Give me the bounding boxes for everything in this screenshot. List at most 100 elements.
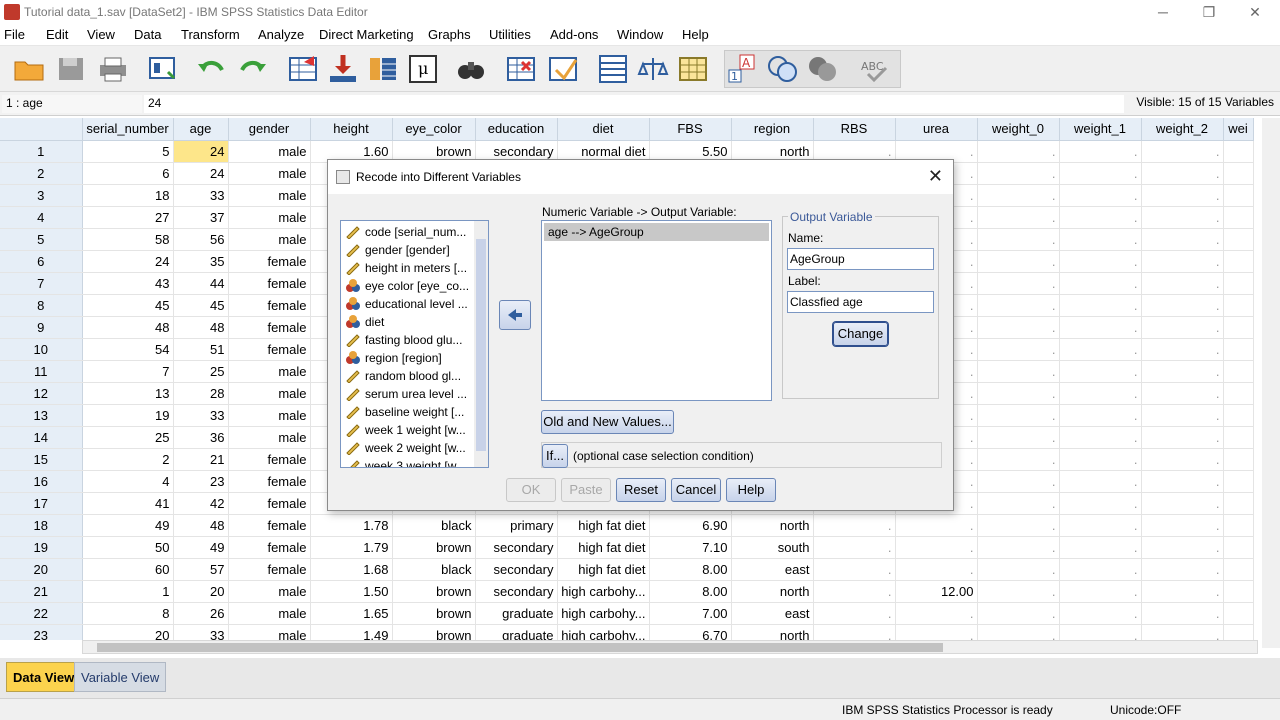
table-cell[interactable]: . xyxy=(813,514,896,537)
print-icon[interactable] xyxy=(96,52,130,86)
table-cell[interactable]: male xyxy=(228,140,311,163)
table-cell[interactable]: female xyxy=(228,338,311,361)
table-cell[interactable]: male xyxy=(228,184,311,207)
table-cell[interactable]: . xyxy=(977,514,1060,537)
goto-case-icon[interactable] xyxy=(286,52,320,86)
if-button[interactable]: If... xyxy=(542,444,568,468)
table-cell[interactable]: north xyxy=(731,580,814,603)
source-variable-item[interactable]: fasting blood glu... xyxy=(341,331,473,349)
close-window-button[interactable]: ✕ xyxy=(1232,0,1278,24)
table-cell[interactable]: 48 xyxy=(173,514,229,537)
column-header[interactable]: weight_2 xyxy=(1141,118,1224,141)
table-cell[interactable] xyxy=(1223,514,1254,537)
table-cell[interactable]: male xyxy=(228,360,311,383)
table-cell[interactable]: . xyxy=(1141,228,1224,251)
table-cell[interactable]: high carbohy... xyxy=(557,624,650,640)
table-cell[interactable]: . xyxy=(1141,206,1224,229)
source-variable-item[interactable]: height in meters [... xyxy=(341,259,473,277)
table-cell[interactable]: . xyxy=(1059,184,1142,207)
tab-variable-view[interactable]: Variable View xyxy=(74,662,167,692)
table-cell[interactable]: 51 xyxy=(173,338,229,361)
table-cell[interactable]: . xyxy=(1059,448,1142,471)
table-cell[interactable]: female xyxy=(228,492,311,515)
table-cell[interactable]: 6.90 xyxy=(649,514,732,537)
table-cell[interactable]: . xyxy=(977,228,1060,251)
row-number[interactable]: 23 xyxy=(0,624,83,640)
table-cell[interactable]: . xyxy=(977,360,1060,383)
table-cell[interactable] xyxy=(1223,580,1254,603)
table-cell[interactable]: brown xyxy=(392,624,476,640)
table-cell[interactable] xyxy=(1223,162,1254,185)
row-number[interactable]: 20 xyxy=(0,558,83,581)
table-cell[interactable]: . xyxy=(813,602,896,625)
table-cell[interactable]: brown xyxy=(392,536,476,559)
menu-analyze[interactable]: Analyze xyxy=(258,27,304,42)
table-cell[interactable]: male xyxy=(228,228,311,251)
table-cell[interactable]: . xyxy=(1059,558,1142,581)
table-cell[interactable] xyxy=(1223,272,1254,295)
menu-utilities[interactable]: Utilities xyxy=(489,27,531,42)
table-cell[interactable]: 49 xyxy=(82,514,174,537)
table-cell[interactable]: 54 xyxy=(82,338,174,361)
column-header[interactable]: RBS xyxy=(813,118,896,141)
cell-value-field[interactable]: 24 xyxy=(144,95,1124,113)
source-variable-item[interactable]: week 1 weight [w... xyxy=(341,421,473,439)
table-cell[interactable]: . xyxy=(1059,492,1142,515)
table-cell[interactable] xyxy=(1223,536,1254,559)
label-field[interactable]: Classfied age xyxy=(787,291,934,313)
table-cell[interactable]: 42 xyxy=(173,492,229,515)
table-cell[interactable]: 43 xyxy=(82,272,174,295)
table-cell[interactable]: 26 xyxy=(173,602,229,625)
row-number[interactable]: 1 xyxy=(0,140,83,163)
column-header[interactable]: weight_1 xyxy=(1059,118,1142,141)
menu-data[interactable]: Data xyxy=(134,27,161,42)
table-cell[interactable]: black xyxy=(392,514,476,537)
list-scroll-thumb[interactable] xyxy=(476,239,486,451)
table-cell[interactable]: . xyxy=(813,580,896,603)
redo-icon[interactable] xyxy=(236,52,270,86)
row-number[interactable]: 7 xyxy=(0,272,83,295)
table-cell[interactable]: secondary xyxy=(475,536,558,559)
table-cell[interactable]: 1.49 xyxy=(310,624,393,640)
table-cell[interactable] xyxy=(1223,558,1254,581)
table-cell[interactable]: . xyxy=(977,272,1060,295)
row-number[interactable]: 3 xyxy=(0,184,83,207)
source-variable-item[interactable]: baseline weight [... xyxy=(341,403,473,421)
column-header[interactable]: weight_0 xyxy=(977,118,1060,141)
table-cell[interactable]: 1.50 xyxy=(310,580,393,603)
table-cell[interactable]: . xyxy=(1141,602,1224,625)
list-scrollbar[interactable] xyxy=(474,221,488,467)
undo-icon[interactable] xyxy=(194,52,228,86)
table-cell[interactable]: graduate xyxy=(475,624,558,640)
row-number[interactable]: 8 xyxy=(0,294,83,317)
table-cell[interactable]: 25 xyxy=(82,426,174,449)
table-cell[interactable]: . xyxy=(1059,206,1142,229)
table-cell[interactable]: . xyxy=(1059,602,1142,625)
table-cell[interactable]: 36 xyxy=(173,426,229,449)
table-cell[interactable]: . xyxy=(1059,580,1142,603)
move-variable-button[interactable] xyxy=(499,300,531,330)
table-cell[interactable]: east xyxy=(731,602,814,625)
source-variable-item[interactable]: region [region] xyxy=(341,349,473,367)
table-cell[interactable]: 21 xyxy=(173,448,229,471)
row-number[interactable]: 11 xyxy=(0,360,83,383)
vertical-scrollbar[interactable] xyxy=(1262,118,1280,648)
row-number[interactable]: 19 xyxy=(0,536,83,559)
table-cell[interactable] xyxy=(1223,602,1254,625)
table-cell[interactable]: high fat diet xyxy=(557,536,650,559)
table-cell[interactable]: 13 xyxy=(82,382,174,405)
table-cell[interactable]: . xyxy=(1059,272,1142,295)
weight-cases-icon[interactable] xyxy=(636,52,670,86)
table-cell[interactable] xyxy=(1223,624,1254,640)
table-cell[interactable]: 45 xyxy=(82,294,174,317)
save-icon[interactable] xyxy=(54,52,88,86)
table-cell[interactable]: . xyxy=(977,184,1060,207)
table-cell[interactable]: . xyxy=(1141,580,1224,603)
cell-reference[interactable]: 1 : age xyxy=(2,95,142,113)
table-cell[interactable]: . xyxy=(895,602,978,625)
cancel-button[interactable]: Cancel xyxy=(671,478,721,502)
table-cell[interactable]: 33 xyxy=(173,184,229,207)
table-cell[interactable]: . xyxy=(1141,250,1224,273)
table-cell[interactable]: . xyxy=(977,162,1060,185)
table-cell[interactable]: . xyxy=(1141,558,1224,581)
